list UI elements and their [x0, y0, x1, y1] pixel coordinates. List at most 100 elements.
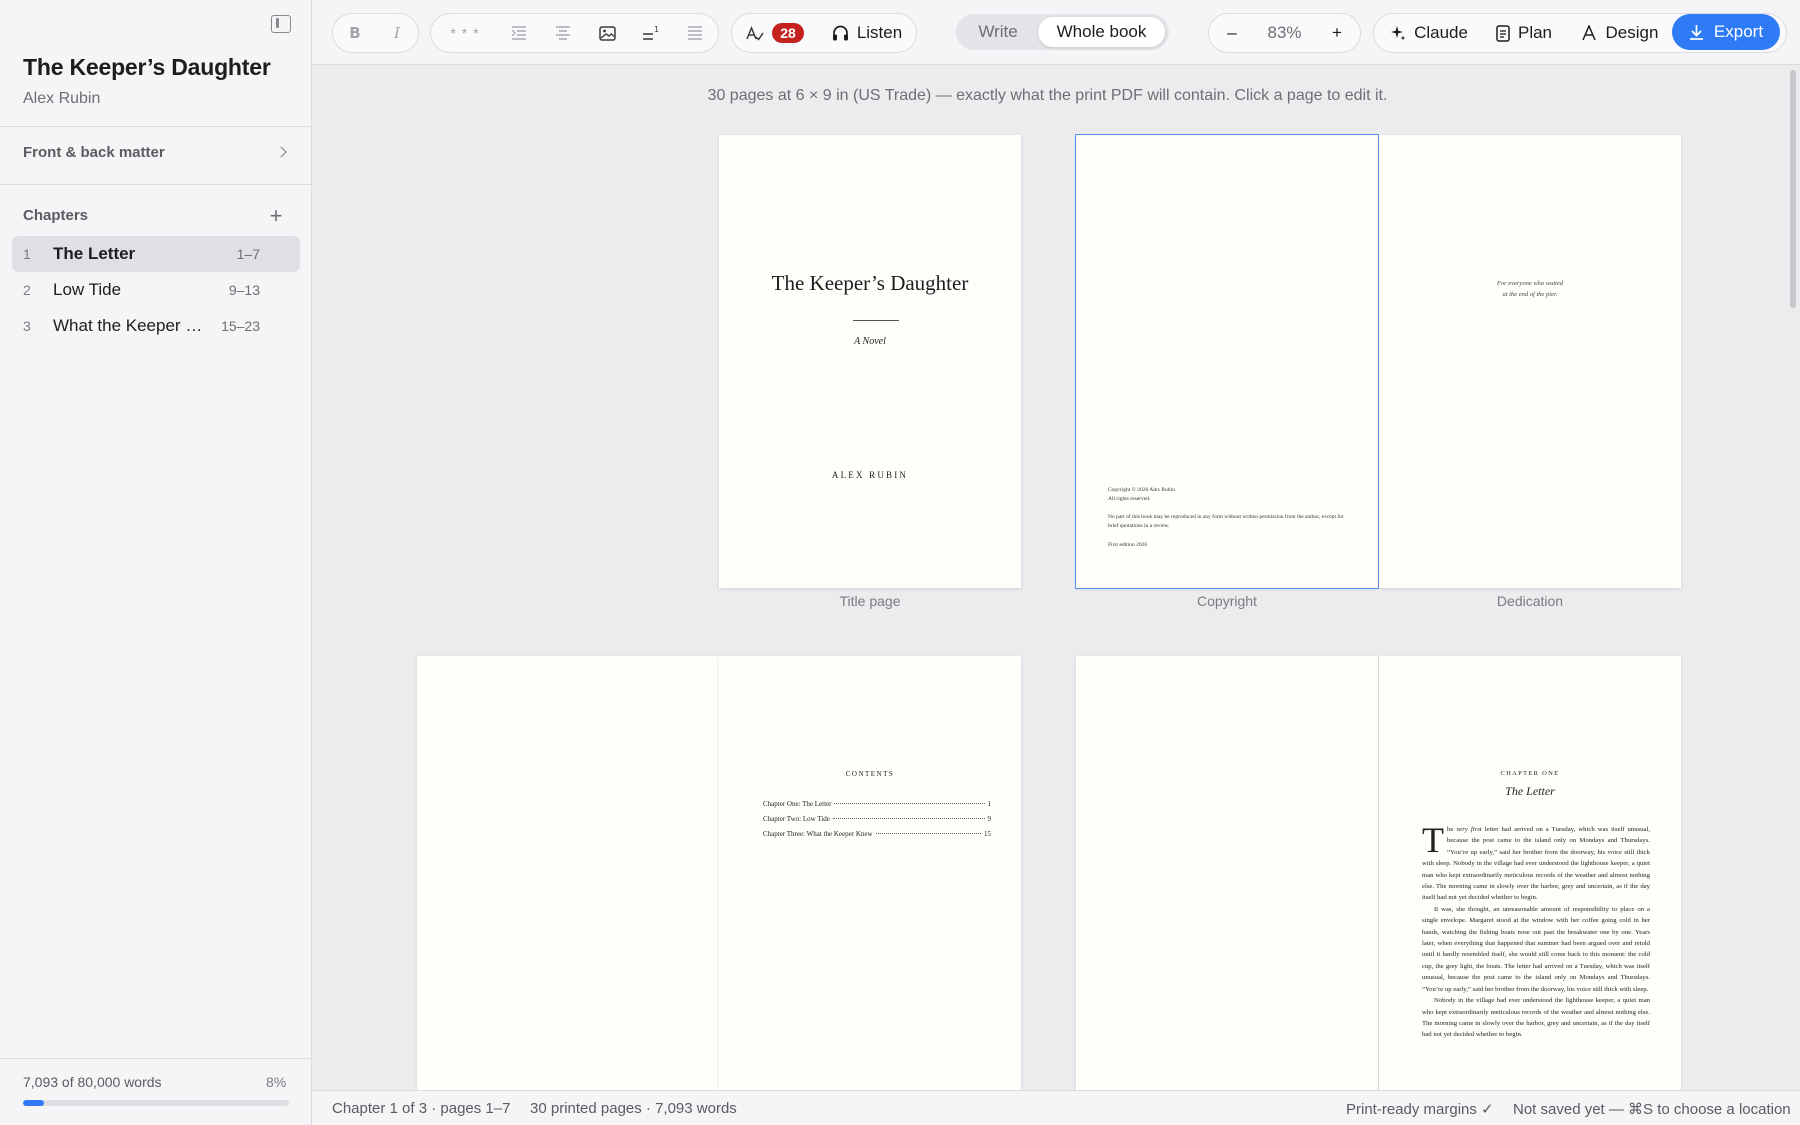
chapter-number: 2 [23, 282, 31, 298]
chapters-header: Chapters [23, 207, 89, 224]
bold-icon: B [349, 24, 361, 42]
chapter-label: CHAPTER ONE [1500, 770, 1560, 777]
bold-button[interactable]: B [334, 14, 376, 52]
issues-count-badge: 28 [772, 23, 804, 43]
dedication-text: For everyone who waited at the end of th… [1379, 278, 1681, 300]
toc-entry-name: Chapter One: The Letter [763, 800, 832, 808]
sparkle-icon [1391, 26, 1406, 41]
indent-button[interactable] [497, 14, 541, 52]
status-location: Chapter 1 of 3 · pages 1–7 [332, 1100, 511, 1117]
title-page[interactable]: The Keeper’s Daughter A Novel ALEX RUBIN [719, 135, 1021, 588]
toc-entry[interactable]: Chapter One: The Letter 1 [763, 800, 991, 815]
review-group: 28 Listen [731, 13, 917, 53]
chapter-list: 1 The Letter 1–7 2 Low Tide 9–13 3 What … [12, 236, 300, 344]
copyright-line: Copyright © 2026 Alex Rubin [1108, 487, 1175, 493]
footnote-icon: 1 [643, 26, 659, 40]
scene-break-button[interactable]: * * * [433, 14, 497, 52]
center-align-button[interactable] [541, 14, 585, 52]
insert-image-button[interactable] [585, 14, 629, 52]
chapter-item-3[interactable]: 3 What the Keeper Knew 15–23 [12, 308, 300, 344]
mode-whole-book[interactable]: Whole book [1038, 17, 1165, 47]
design-label: Design [1605, 23, 1659, 42]
listen-button[interactable]: Listen [824, 14, 910, 52]
chapter-title: The Letter [1505, 784, 1555, 798]
toc-leader [834, 803, 985, 804]
chapter-pages: 1–7 [236, 246, 260, 262]
paragraph-text: letter had arrived on a Tuesday, which w… [1422, 826, 1650, 902]
chapter-paragraph: It was, she thought, an unreasonable amo… [1422, 905, 1650, 993]
chapter-paragraph: Nobody in the village had ever understoo… [1422, 997, 1650, 1039]
status-margins: Print-ready margins ✓ [1346, 1101, 1494, 1118]
zoom-in-button[interactable]: + [1316, 14, 1358, 52]
copyright-page[interactable]: Copyright © 2026 Alex Rubin All rights r… [1075, 134, 1379, 589]
status-bar: Chapter 1 of 3 · pages 1–7 30 printed pa… [312, 1090, 1800, 1125]
claude-button[interactable]: Claude [1382, 14, 1476, 52]
word-progress-bar [23, 1100, 289, 1106]
edition-line: First edition 2026 [1108, 542, 1148, 548]
indent-icon [511, 26, 526, 40]
download-icon [1689, 25, 1703, 40]
format-group: B I [332, 13, 419, 53]
zoom-level[interactable]: 83% [1253, 14, 1316, 52]
book-author: Alex Rubin [23, 90, 101, 107]
chapter-number: 1 [23, 246, 31, 262]
view-mode-toggle: Write Whole book [956, 14, 1169, 50]
toc-entry[interactable]: Chapter Two: Low Tide 9 [763, 815, 991, 830]
chapter-name: The Letter [53, 244, 136, 263]
align-center-icon [556, 26, 570, 40]
chapter-item-2[interactable]: 2 Low Tide 9–13 [12, 272, 300, 308]
image-icon [598, 25, 616, 41]
caption-copyright: Copyright [1197, 593, 1257, 609]
toc-entry-page: 9 [987, 815, 992, 823]
caption-title-page: Title page [839, 593, 901, 609]
scrollbar[interactable] [1790, 70, 1796, 308]
chapter-paragraph: The very first letter had arrived on a T… [1422, 820, 1650, 904]
front-back-matter-item[interactable]: Front & back matter [23, 144, 287, 164]
title-page-rule [853, 320, 899, 321]
toc-entry[interactable]: Chapter Three: What the Keeper Knew 15 [763, 830, 991, 845]
plan-button[interactable]: Plan [1484, 14, 1564, 52]
zoom-out-button[interactable]: – [1211, 14, 1253, 52]
rights-line: All rights reserved. [1108, 496, 1151, 502]
footnote-button[interactable]: 1 [629, 14, 673, 52]
divider [0, 1058, 311, 1059]
emphasis-text: very first [1456, 826, 1482, 833]
toc-entry-page: 1 [987, 800, 992, 808]
chapter-pages: 9–13 [228, 282, 260, 298]
status-save: Not saved yet — ⌘S to choose a location [1513, 1101, 1791, 1118]
chapter-one-page[interactable]: CHAPTER ONE The Letter The very first le… [1379, 656, 1681, 1090]
first-word-rest: he [1447, 826, 1457, 833]
word-count-percent: 8% [266, 1074, 287, 1090]
contents-page[interactable]: CONTENTS Chapter One: The Letter 1 Chapt… [719, 656, 1021, 1090]
title-page-title: The Keeper’s Daughter [771, 271, 969, 295]
chapter-item-1[interactable]: 1 The Letter 1–7 [12, 236, 300, 272]
italic-button[interactable]: I [376, 14, 418, 52]
zoom-in-icon: + [1332, 23, 1342, 42]
drop-cap: T [1422, 820, 1444, 860]
chapter-number: 3 [23, 318, 31, 334]
toc-entry-name: Chapter Two: Low Tide [763, 815, 830, 823]
spellcheck-button[interactable]: 28 [734, 14, 816, 52]
toc-leader [832, 818, 985, 819]
design-button[interactable]: Design [1570, 14, 1670, 52]
export-button[interactable]: Export [1672, 14, 1780, 50]
blank-page[interactable] [417, 656, 719, 1090]
toc-entry-name: Chapter Three: What the Keeper Knew [763, 830, 873, 838]
book-preview-canvas: 30 pages at 6 × 9 in (US Trade) — exactl… [312, 66, 1800, 1090]
dedication-page[interactable]: For everyone who waited at the end of th… [1379, 135, 1681, 588]
zoom-group: – 83% + [1208, 13, 1361, 53]
mode-write[interactable]: Write [960, 17, 1036, 47]
blank-page[interactable] [1076, 656, 1378, 1090]
headphones-icon [832, 25, 848, 41]
chapter-name: What the Keeper Knew [53, 316, 209, 335]
dedication-line-1: For everyone who waited [1496, 280, 1564, 287]
spellcheck-icon [746, 25, 764, 41]
add-chapter-button[interactable]: + [265, 205, 287, 228]
dedication-line-2: at the end of the pier. [1502, 291, 1558, 298]
toc-entry-page: 15 [984, 830, 991, 838]
justify-button[interactable] [673, 14, 717, 52]
word-progress-fill [23, 1100, 45, 1106]
svg-text:1: 1 [654, 26, 659, 34]
scene-break-icon: * * * [450, 25, 480, 41]
sidebar-toggle-icon[interactable] [271, 15, 291, 33]
